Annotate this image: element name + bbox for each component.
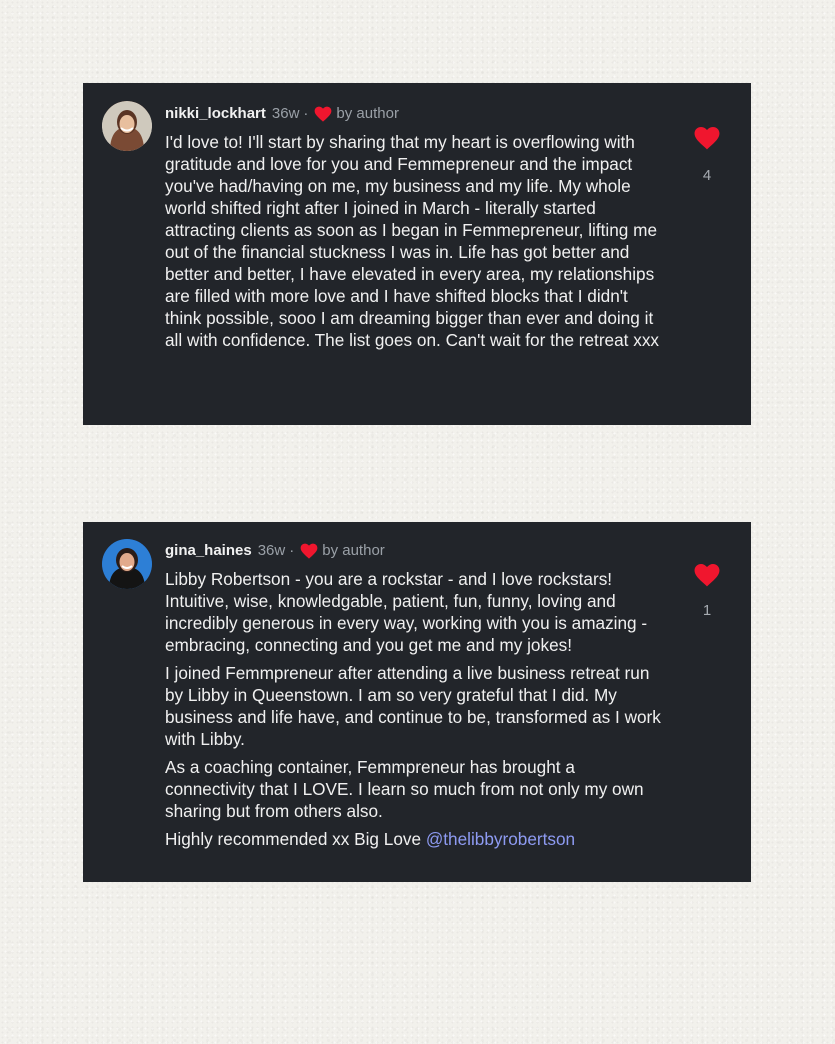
by-author-label: by author: [336, 105, 399, 122]
comment-meta: gina_haines 36w · by author: [165, 542, 385, 560]
separator-dot: ·: [289, 542, 295, 559]
avatar[interactable]: [102, 539, 152, 589]
like-count: 4: [702, 167, 712, 184]
comment-body: Libby Robertson - you are a rockstar - a…: [165, 568, 665, 856]
comment-time: 36w: [257, 542, 286, 559]
avatar[interactable]: [102, 101, 152, 151]
heart-icon: [694, 126, 720, 150]
mention-link[interactable]: @thelibbyrobertson: [426, 829, 575, 849]
comment-card: gina_haines 36w · by author Libby Robert…: [83, 522, 751, 882]
heart-icon: [694, 563, 720, 587]
comment-meta: nikki_lockhart 36w · by author: [165, 105, 399, 123]
comment-paragraph: I'd love to! I'll start by sharing that …: [165, 132, 660, 350]
separator-dot: ·: [303, 105, 309, 122]
comment-paragraph: As a coaching container, Femmpreneur has…: [165, 757, 644, 821]
avatar-photo-icon: [102, 101, 152, 151]
author-liked-heart-icon: [314, 106, 332, 122]
comment-time: 36w: [271, 105, 300, 122]
author-liked-heart-icon: [300, 543, 318, 559]
comment-card: nikki_lockhart 36w · by author I'd love …: [83, 83, 751, 425]
avatar-photo-icon: [102, 539, 152, 589]
by-author-label: by author: [322, 542, 385, 559]
comment-closing-line: Highly recommended xx Big Love @thelibby…: [165, 828, 665, 850]
comment-body: I'd love to! I'll start by sharing that …: [165, 131, 665, 357]
username[interactable]: gina_haines: [165, 542, 252, 560]
comment-paragraph: Libby Robertson - you are a rockstar - a…: [165, 569, 648, 655]
like-button[interactable]: [694, 563, 720, 587]
comment-paragraph: I joined Femmpreneur after attending a l…: [165, 663, 661, 749]
like-count: 1: [702, 602, 712, 619]
like-button[interactable]: [694, 126, 720, 150]
username[interactable]: nikki_lockhart: [165, 105, 266, 123]
closing-text: Highly recommended xx Big Love: [165, 829, 426, 849]
